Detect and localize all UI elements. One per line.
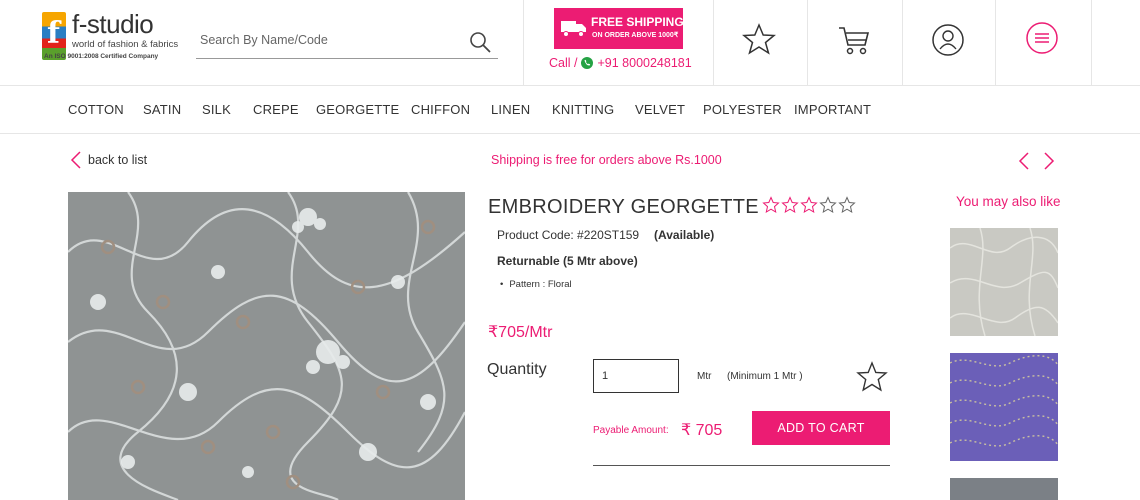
product-pager: [1018, 152, 1055, 170]
shipping-note: Shipping is free for orders above Rs.100…: [491, 153, 722, 167]
search-box: [196, 24, 498, 59]
shipping-banner-title: FREE SHIPPING: [591, 15, 684, 29]
menu-icon[interactable]: [1024, 20, 1060, 56]
header-divider: [807, 0, 808, 86]
nav-item-linen[interactable]: LINEN: [491, 102, 530, 117]
free-shipping-banner[interactable]: FREE SHIPPING ON ORDER ABOVE 1000₹: [554, 8, 684, 49]
search-icon[interactable]: [468, 30, 492, 54]
cart-icon[interactable]: [836, 22, 872, 58]
chevron-left-icon: [70, 151, 81, 169]
product-code: Product Code: #220ST159: [497, 228, 640, 242]
related-title: You may also like: [956, 194, 1061, 209]
nav-item-polyester[interactable]: POLYESTER: [703, 102, 782, 117]
truck-icon: [561, 21, 586, 37]
quantity-input[interactable]: [593, 359, 679, 393]
related-product-thumbnail[interactable]: [950, 228, 1058, 336]
nav-item-cotton[interactable]: COTTON: [68, 102, 124, 117]
product-image[interactable]: [68, 192, 465, 500]
whatsapp-icon: [581, 57, 594, 69]
nav-item-chiffon[interactable]: CHIFFON: [411, 102, 470, 117]
header: f-studio world of fashion & fabrics An I…: [0, 0, 1140, 86]
product-title: EMBROIDERY GEORGETTE: [488, 196, 759, 218]
payable-amount: ₹ 705: [681, 422, 723, 439]
nav-item-crepe[interactable]: CREPE: [253, 102, 299, 117]
brand-name: f-studio: [72, 9, 154, 39]
related-product-image: [950, 478, 1058, 500]
add-to-cart-button[interactable]: ADD TO CART: [752, 411, 890, 445]
quantity-unit: Mtr: [697, 371, 712, 382]
nav-item-satin[interactable]: SATIN: [143, 102, 181, 117]
star-empty-icon[interactable]: [819, 196, 837, 214]
call-number: +91 8000248181: [597, 56, 692, 70]
payable-label: Payable Amount:: [593, 425, 669, 436]
minimum-quantity-note: (Minimum 1 Mtr ): [727, 371, 803, 382]
related-product-thumbnail[interactable]: [950, 353, 1058, 461]
embroidery-pattern-image: [68, 192, 465, 500]
shipping-banner-subtitle: ON ORDER ABOVE 1000₹: [592, 32, 679, 39]
brand-tagline: world of fashion & fabrics: [72, 39, 179, 50]
wishlist-star-icon[interactable]: [856, 361, 888, 393]
header-divider: [902, 0, 903, 86]
star-empty-icon[interactable]: [762, 196, 780, 214]
header-divider: [995, 0, 996, 86]
header-divider: [523, 0, 524, 86]
rating-stars[interactable]: [762, 196, 856, 214]
related-product-thumbnail[interactable]: [950, 478, 1058, 500]
category-nav: COTTON SATIN SILK CREPE GEORGETTE CHIFFO…: [0, 86, 1140, 134]
related-product-image: [950, 353, 1058, 461]
details-divider: [593, 465, 890, 466]
next-product-icon[interactable]: [1044, 152, 1055, 170]
star-icon[interactable]: [741, 22, 777, 58]
brand-logo[interactable]: f-studio world of fashion & fabrics An I…: [42, 9, 187, 62]
back-to-list-link[interactable]: back to list: [70, 151, 147, 169]
nav-item-knitting[interactable]: KNITTING: [552, 102, 614, 117]
nav-item-important[interactable]: IMPORTANT: [794, 102, 871, 117]
prev-product-icon[interactable]: [1018, 152, 1029, 170]
nav-item-velvet[interactable]: VELVET: [635, 102, 685, 117]
nav-item-georgette[interactable]: GEORGETTE: [316, 102, 399, 117]
search-input[interactable]: [200, 28, 460, 52]
call-label: Call /: [549, 56, 578, 70]
star-empty-icon[interactable]: [781, 196, 799, 214]
product-price: ₹705/Mtr: [488, 324, 553, 341]
header-divider: [1091, 0, 1092, 86]
quantity-label: Quantity: [487, 361, 547, 378]
nav-item-silk[interactable]: SILK: [202, 102, 231, 117]
related-product-image: [950, 228, 1058, 336]
star-empty-icon[interactable]: [838, 196, 856, 214]
pattern-bullet: Pattern : Floral: [500, 279, 571, 290]
returnable-note: Returnable (5 Mtr above): [497, 254, 638, 268]
call-line[interactable]: Call / +91 8000248181: [549, 56, 692, 70]
star-empty-icon[interactable]: [800, 196, 818, 214]
brand-iso: An ISO 9001:2008 Certified Company: [44, 53, 159, 60]
back-label: back to list: [88, 153, 148, 167]
availability-status: (Available): [654, 228, 715, 242]
header-divider: [713, 0, 714, 86]
user-icon[interactable]: [930, 22, 966, 58]
